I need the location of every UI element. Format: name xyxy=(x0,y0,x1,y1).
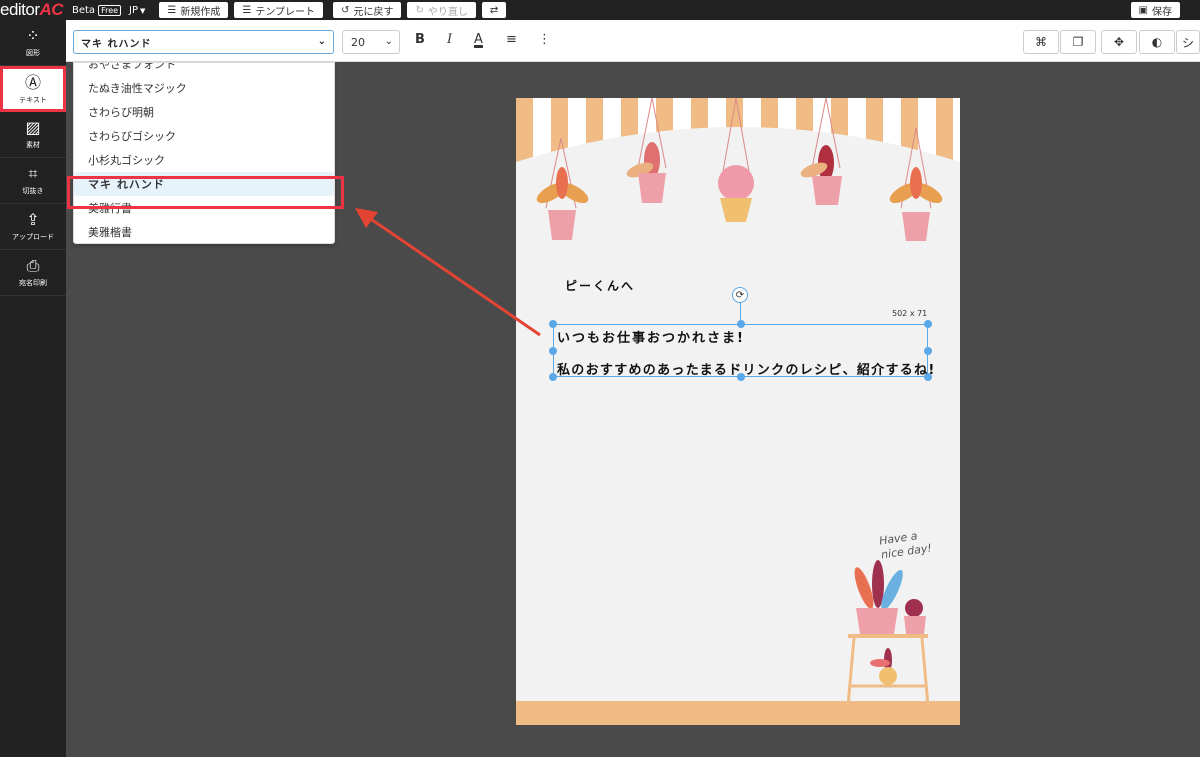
sidebar-item-material[interactable]: ▨ 素材 xyxy=(0,112,66,158)
list-icon: ☰ xyxy=(167,4,177,16)
beta-label: Beta xyxy=(72,4,96,16)
shapes-icon: ⁘ xyxy=(26,26,40,45)
redo-icon: ↻ xyxy=(415,4,424,16)
language-label: JP xyxy=(129,4,139,16)
bold-icon[interactable]: B xyxy=(415,32,425,47)
list-icon: ☰ xyxy=(242,4,252,16)
move-icon[interactable]: ✥ xyxy=(1101,30,1137,54)
highlight-box xyxy=(67,176,344,209)
plant-stand-illustration xyxy=(846,560,930,707)
save-label: 保存 xyxy=(1152,6,1172,18)
group-icon[interactable]: ⌘ xyxy=(1023,30,1059,54)
align-left-icon[interactable]: ≡ xyxy=(506,32,517,47)
font-size-select[interactable]: 20 ⌄ xyxy=(342,30,400,54)
redo-label: やり直し xyxy=(427,6,468,18)
sidebar-item-text[interactable]: Ⓐ テキスト xyxy=(0,66,66,112)
resize-handle[interactable] xyxy=(924,347,932,355)
text-color-icon[interactable]: A xyxy=(474,32,483,47)
sidebar-item-label: 切抜き xyxy=(22,187,44,195)
text-icon: Ⓐ xyxy=(24,72,41,92)
language-selector[interactable]: JP ▼ xyxy=(129,5,145,16)
resize-handle[interactable] xyxy=(549,347,557,355)
shadow-icon[interactable]: シ xyxy=(1176,30,1200,54)
undo-button[interactable]: ↺ 元に戻す xyxy=(333,2,402,18)
logo-text: editor xyxy=(0,0,40,19)
italic-icon[interactable]: I xyxy=(447,32,452,47)
dropdown-option[interactable]: おやさまフォント xyxy=(74,63,334,76)
print-icon: ⎙ xyxy=(26,256,40,275)
dropdown-option[interactable]: たぬき油性マジック xyxy=(74,76,334,100)
crop-icon: ⌗ xyxy=(28,164,38,183)
swap-icon: ⇄ xyxy=(489,4,499,16)
resize-handle[interactable] xyxy=(549,373,557,381)
top-bar: editorAC Beta Free JP ▼ ☰ 新規作成 ☰ テンプレート ↺ 元に… xyxy=(0,0,1200,20)
sidebar-item-label: テキスト xyxy=(19,95,47,104)
save-icon: ▣ xyxy=(1138,4,1148,16)
design-page[interactable] xyxy=(516,98,960,725)
sidebar-item-shapes[interactable]: ⁘ 図形 xyxy=(0,20,66,66)
template-label: テンプレート xyxy=(255,6,316,18)
image-icon: ▨ xyxy=(25,118,41,137)
size-select-value: 20 xyxy=(351,35,365,49)
chevron-down-icon: ⌄ xyxy=(317,36,327,47)
swap-button[interactable]: ⇄ xyxy=(481,2,507,18)
rotate-handle-icon[interactable]: ⟳ xyxy=(732,287,748,303)
sidebar-item-print[interactable]: ⎙ 宛名印刷 xyxy=(0,250,66,296)
free-badge: Free xyxy=(98,4,122,16)
save-button[interactable]: ▣ 保存 xyxy=(1130,2,1180,18)
sidebar-item-crop[interactable]: ⌗ 切抜き xyxy=(0,158,66,204)
sidebar-item-upload[interactable]: ⇪ アップロード xyxy=(0,204,66,250)
undo-label: 元に戻す xyxy=(353,6,394,18)
sidebar: ⁘ 図形 Ⓐ テキスト ▨ 素材 ⌗ 切抜き ⇪ アップロード ⎙ 宛名印刷 xyxy=(0,20,66,757)
chevron-down-icon: ⌄ xyxy=(384,36,393,47)
dropdown-option[interactable]: 美雅楷書 xyxy=(74,220,334,243)
app-logo: editorAC xyxy=(0,0,70,20)
message-line-2[interactable]: 私のおすすめのあったまるドリンクのレシピ、紹介するね! xyxy=(557,359,936,378)
new-label: 新規作成 xyxy=(180,6,221,18)
font-dropdown[interactable]: おやさまフォント たぬき油性マジック さわらび明朝 さわらびゴシック 小杉丸ゴシ… xyxy=(73,62,335,244)
more-options-icon[interactable]: ⋮ xyxy=(538,32,551,47)
upload-icon: ⇪ xyxy=(26,210,40,229)
text-toolbar: マキ れハンド ⌄ 20 ⌄ B I A ≡ ⋮ ⌘ ❐ ✥ ◐ シ xyxy=(66,20,1200,62)
hanging-plants-illustration xyxy=(536,98,943,241)
sidebar-item-label: 宛名印刷 xyxy=(19,279,47,287)
resize-handle[interactable] xyxy=(924,320,932,328)
dimension-readout: 502 x 71 xyxy=(892,309,928,318)
dropdown-option[interactable]: 小杉丸ゴシック xyxy=(74,148,334,172)
font-family-select[interactable]: マキ れハンド ⌄ xyxy=(73,30,334,54)
new-button[interactable]: ☰ 新規作成 xyxy=(159,2,229,18)
opacity-icon[interactable]: ◐ xyxy=(1139,30,1175,54)
bottom-band xyxy=(516,701,960,725)
sidebar-item-label: 図形 xyxy=(26,49,40,57)
resize-handle[interactable] xyxy=(549,320,557,328)
dropdown-option[interactable]: さわらび明朝 xyxy=(74,100,334,124)
redo-button[interactable]: ↻ やり直し xyxy=(407,2,476,18)
duplicate-icon[interactable]: ❐ xyxy=(1060,30,1096,54)
sidebar-item-label: 素材 xyxy=(26,141,40,149)
caret-down-icon: ▼ xyxy=(140,6,146,15)
dropdown-option[interactable]: さわらびゴシック xyxy=(74,124,334,148)
logo-accent: AC xyxy=(39,0,64,19)
template-button[interactable]: ☰ テンプレート xyxy=(234,2,324,18)
undo-icon: ↺ xyxy=(341,4,350,16)
message-line-1[interactable]: いつもお仕事おつかれさま! xyxy=(557,327,745,346)
font-select-value: マキ れハンド xyxy=(81,38,152,50)
sidebar-item-label: アップロード xyxy=(12,233,54,241)
greeting-text[interactable]: ピーくんへ xyxy=(565,277,635,294)
